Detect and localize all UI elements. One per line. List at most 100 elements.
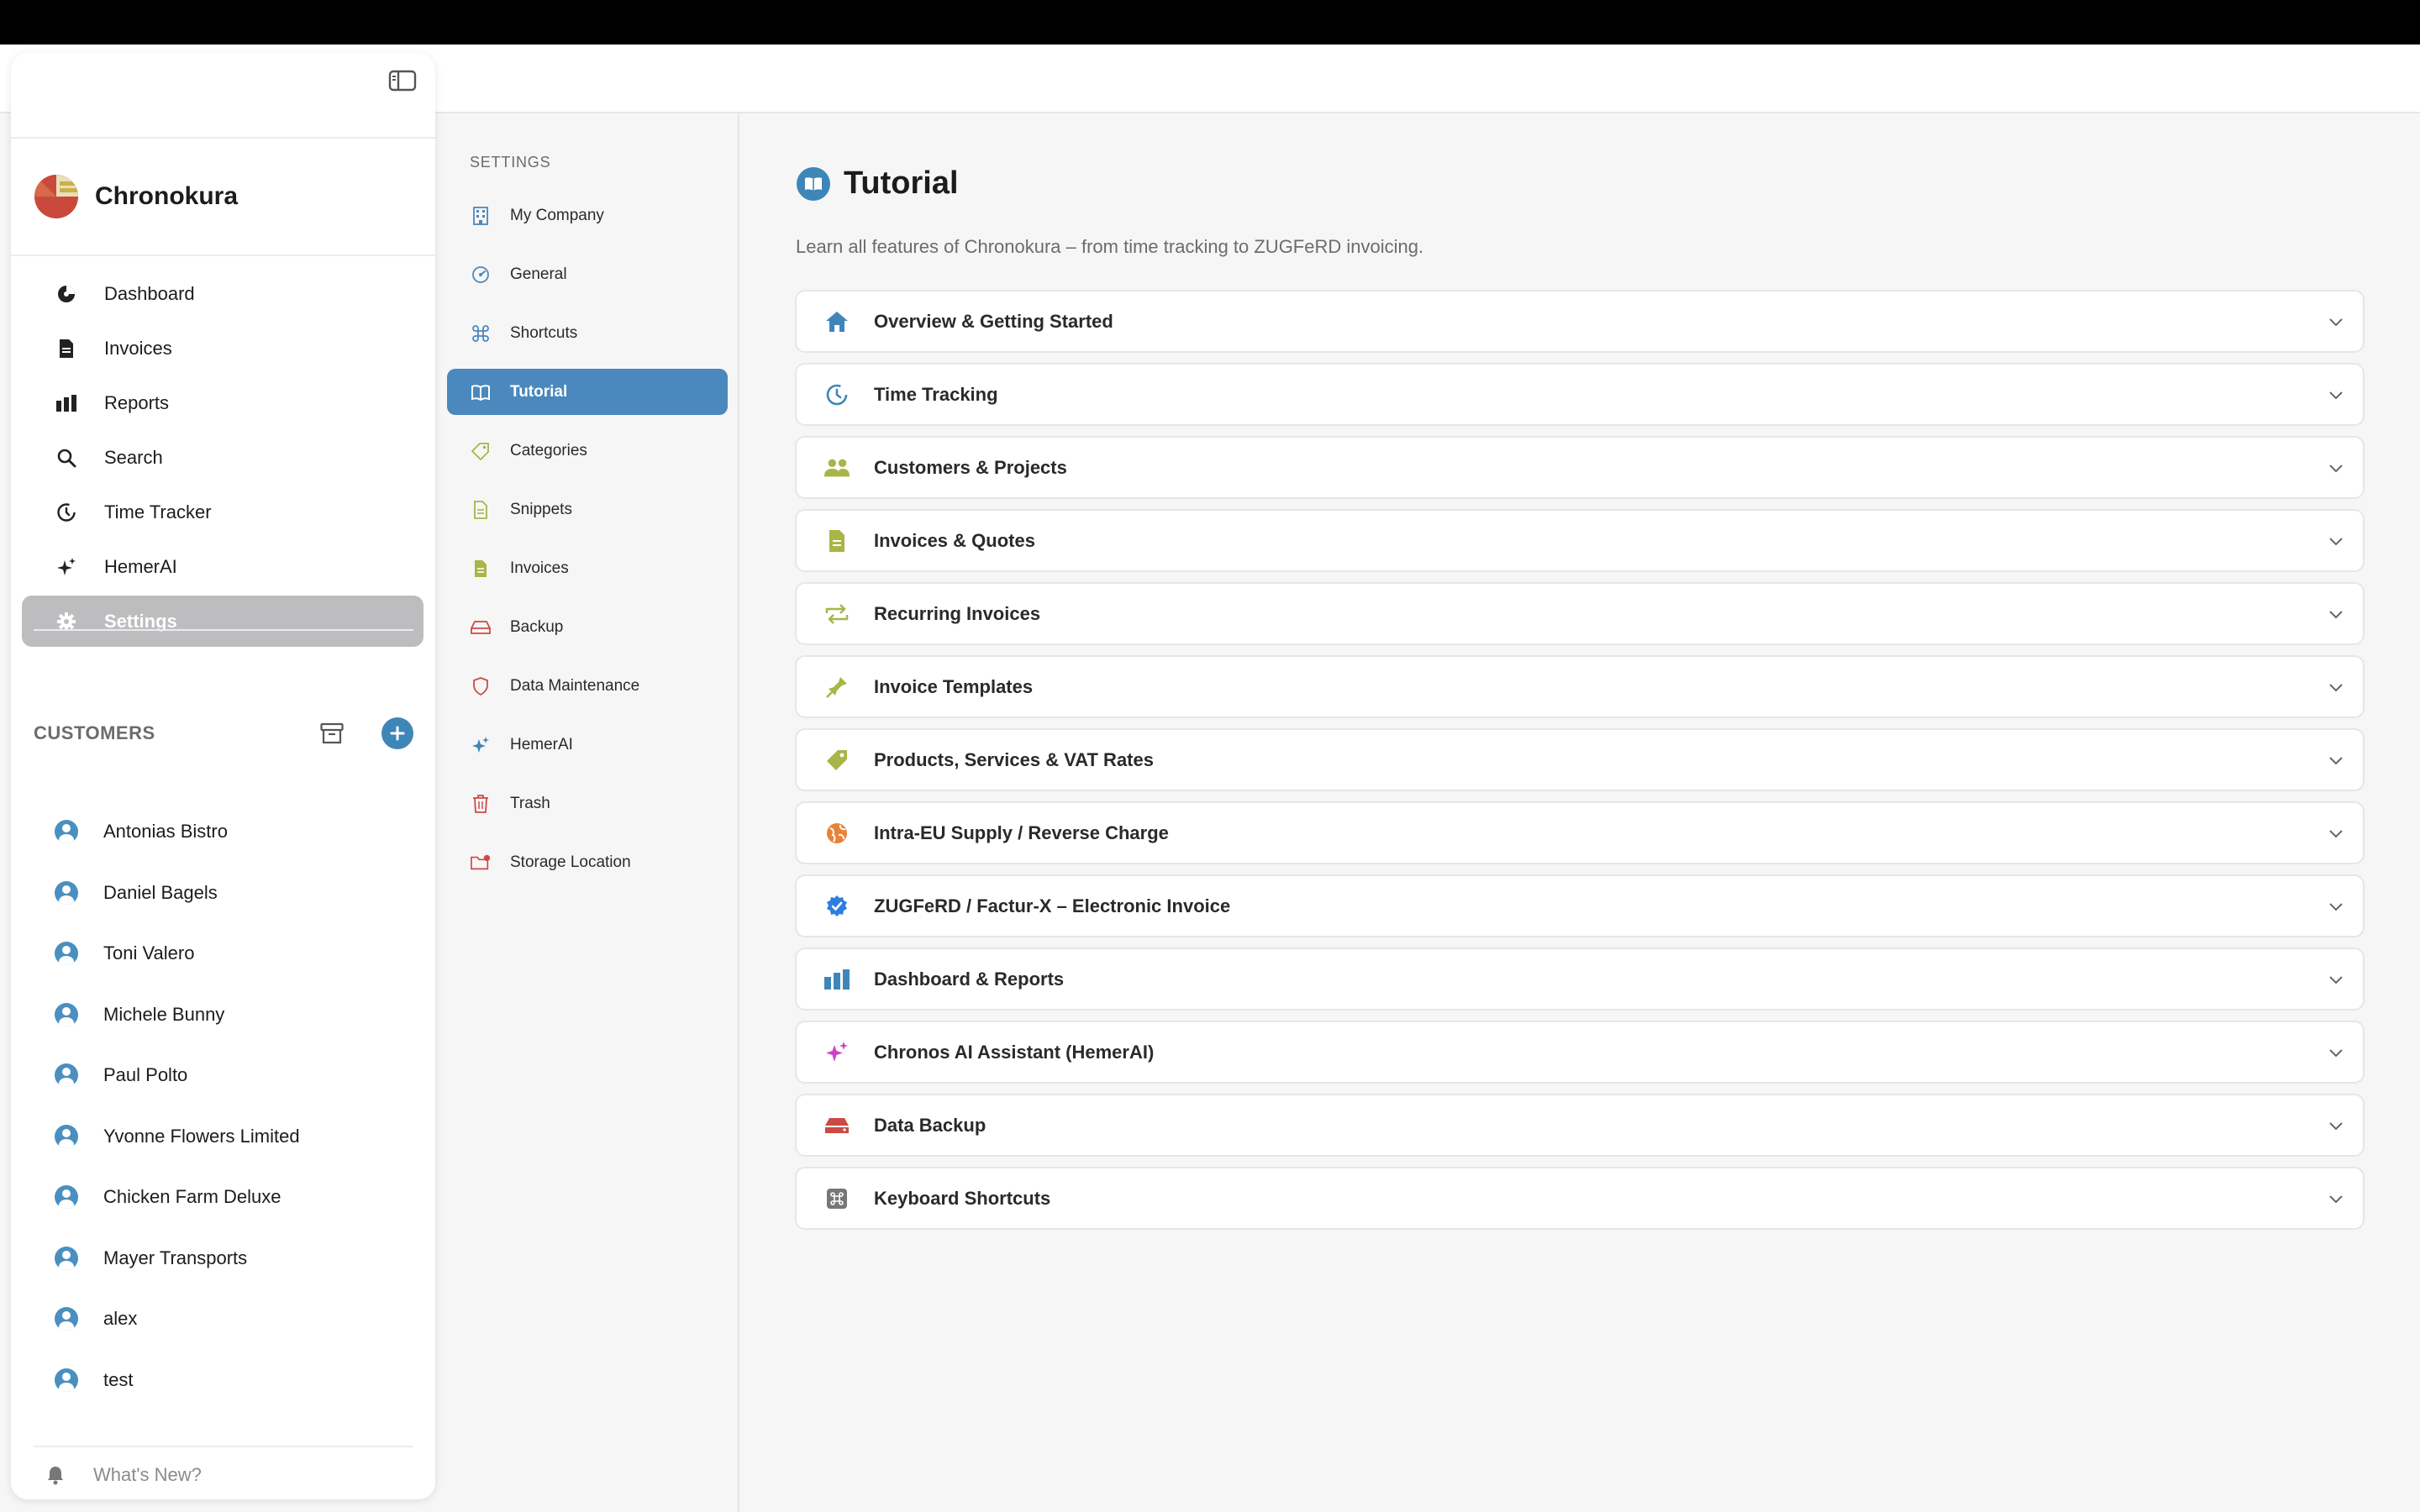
settings-item-shortcuts[interactable]: Shortcuts: [447, 310, 728, 356]
settings-item-categories[interactable]: Categories: [447, 428, 728, 474]
chevron-down-icon: [2328, 1118, 2344, 1135]
nav-item-reports[interactable]: Reports: [22, 377, 424, 428]
user-avatar-icon: [55, 1063, 78, 1088]
nav-item-time-tracker[interactable]: Time Tracker: [22, 486, 424, 538]
accordion-item-invoice-templates[interactable]: Invoice Templates: [795, 655, 2365, 718]
add-customer-button[interactable]: [381, 717, 413, 749]
trash-icon: [471, 794, 491, 814]
sidebar-toggle-button[interactable]: [386, 66, 419, 95]
settings-item-label: Categories: [510, 441, 587, 459]
nav-item-search[interactable]: Search: [22, 432, 424, 483]
user-avatar-icon: [55, 942, 78, 966]
drive-icon: [471, 617, 491, 638]
verified-badge-icon: [823, 893, 850, 920]
customer-item[interactable]: Paul Polto: [34, 1045, 413, 1106]
drive-icon: [823, 1112, 850, 1139]
nav-item-invoices[interactable]: Invoices: [22, 323, 424, 374]
shield-icon: [471, 676, 491, 696]
nav-item-dashboard[interactable]: Dashboard: [22, 268, 424, 319]
sidebar-toggle-icon: [388, 70, 417, 92]
accordion-item-data-backup[interactable]: Data Backup: [795, 1094, 2365, 1157]
accordion-item-overview[interactable]: Overview & Getting Started: [795, 290, 2365, 353]
customer-item[interactable]: Chicken Farm Deluxe: [34, 1167, 413, 1228]
settings-item-tutorial[interactable]: Tutorial: [447, 369, 728, 415]
accordion-item-hemerai[interactable]: Chronos AI Assistant (HemerAI): [795, 1021, 2365, 1084]
customer-name: Michele Bunny: [103, 1003, 225, 1025]
accordion-item-keyboard-shortcuts[interactable]: Keyboard Shortcuts: [795, 1167, 2365, 1230]
settings-item-my-company[interactable]: My Company: [447, 192, 728, 239]
accordion-item-recurring-invoices[interactable]: Recurring Invoices: [795, 582, 2365, 645]
accordion-item-customers-projects[interactable]: Customers & Projects: [795, 436, 2365, 499]
customer-item[interactable]: test: [34, 1350, 413, 1411]
chevron-down-icon: [2328, 533, 2344, 550]
chevron-down-icon: [2328, 1191, 2344, 1208]
bar-chart-icon: [55, 392, 77, 414]
chevron-down-icon: [2328, 606, 2344, 623]
timer-icon: [823, 381, 850, 408]
settings-item-label: Invoices: [510, 559, 569, 577]
accordion-item-time-tracking[interactable]: Time Tracking: [795, 363, 2365, 426]
chevron-down-icon: [2328, 460, 2344, 477]
settings-item-snippets[interactable]: Snippets: [447, 486, 728, 533]
timer-icon: [55, 501, 77, 523]
settings-panel: SETTINGS My Company General Shortcuts Tu…: [435, 113, 739, 1512]
settings-item-label: HemerAI: [510, 735, 573, 753]
customer-item[interactable]: Toni Valero: [34, 923, 413, 984]
nav-item-label: HemerAI: [104, 555, 177, 577]
customer-item[interactable]: Yvonne Flowers Limited: [34, 1106, 413, 1168]
accordion-item-zugferd[interactable]: ZUGFeRD / Factur-X – Electronic Invoice: [795, 874, 2365, 937]
settings-item-invoices[interactable]: Invoices: [447, 545, 728, 591]
customer-name: Chicken Farm Deluxe: [103, 1186, 281, 1208]
accordion-label: Recurring Invoices: [874, 602, 1041, 624]
nav-item-hemerai[interactable]: HemerAI: [22, 541, 424, 592]
settings-item-storage-location[interactable]: Storage Location: [447, 839, 728, 885]
customer-name: Yvonne Flowers Limited: [103, 1125, 300, 1147]
chevron-down-icon: [2328, 753, 2344, 769]
book-icon: [471, 382, 491, 402]
whats-new-link[interactable]: What's New?: [23, 1453, 202, 1497]
accordion-item-products-vat[interactable]: Products, Services & VAT Rates: [795, 728, 2365, 791]
page-subtitle: Learn all features of Chronokura – from …: [796, 236, 1424, 257]
customer-item[interactable]: Antonias Bistro: [34, 801, 413, 863]
sparkle-icon: [471, 735, 491, 755]
user-avatar-icon: [55, 1124, 78, 1148]
bell-icon: [46, 1465, 65, 1485]
customer-name: Daniel Bagels: [103, 881, 218, 903]
settings-item-backup[interactable]: Backup: [447, 604, 728, 650]
bar-chart-icon: [823, 966, 850, 993]
archive-button[interactable]: [316, 717, 348, 749]
accordion-item-dashboard-reports[interactable]: Dashboard & Reports: [795, 948, 2365, 1011]
command-icon: [823, 1185, 850, 1212]
accordion-item-invoices-quotes[interactable]: Invoices & Quotes: [795, 509, 2365, 572]
customer-item[interactable]: Daniel Bagels: [34, 863, 413, 924]
customer-list: Antonias Bistro Daniel Bagels Toni Valer…: [34, 801, 413, 1410]
customer-item[interactable]: alex: [34, 1289, 413, 1350]
nav-item-settings[interactable]: Settings: [22, 596, 424, 647]
customer-item[interactable]: Mayer Transports: [34, 1228, 413, 1289]
user-avatar-icon: [55, 820, 78, 844]
settings-list: My Company General Shortcuts Tutorial Ca…: [447, 192, 728, 898]
accordion-label: Intra-EU Supply / Reverse Charge: [874, 822, 1169, 843]
plus-icon: [390, 726, 405, 741]
page-title: Tutorial: [797, 165, 959, 202]
settings-item-trash[interactable]: Trash: [447, 780, 728, 827]
building-icon: [471, 206, 491, 226]
customer-name: Mayer Transports: [103, 1247, 248, 1268]
dashboard-icon: [55, 283, 77, 305]
command-icon: [471, 323, 491, 344]
search-icon: [55, 447, 77, 469]
nav-item-label: Search: [104, 446, 163, 468]
settings-item-general[interactable]: General: [447, 251, 728, 297]
settings-item-data-maintenance[interactable]: Data Maintenance: [447, 663, 728, 709]
settings-item-label: Backup: [510, 617, 564, 636]
whats-new-label: What's New?: [93, 1464, 202, 1485]
accordion-label: Invoice Templates: [874, 675, 1034, 697]
stamp-icon: [823, 674, 850, 701]
customer-item[interactable]: Michele Bunny: [34, 984, 413, 1046]
accordion-label: Time Tracking: [874, 383, 998, 405]
settings-item-hemerai[interactable]: HemerAI: [447, 722, 728, 768]
accordion-item-intra-eu[interactable]: Intra-EU Supply / Reverse Charge: [795, 801, 2365, 864]
user-avatar-icon: [55, 1368, 78, 1392]
accordion-label: Invoices & Quotes: [874, 529, 1035, 551]
people-icon: [823, 454, 850, 481]
